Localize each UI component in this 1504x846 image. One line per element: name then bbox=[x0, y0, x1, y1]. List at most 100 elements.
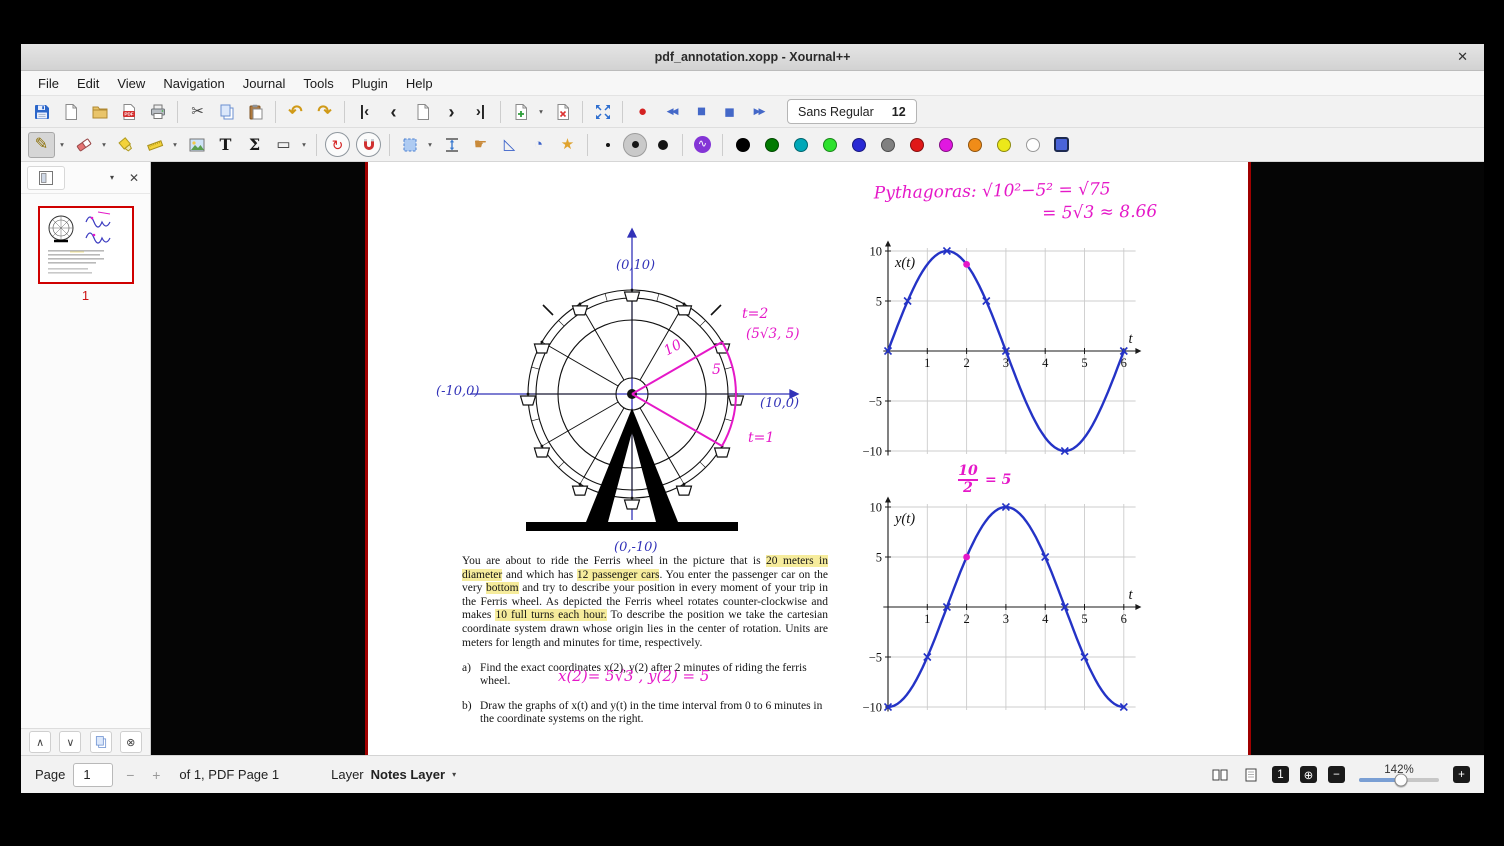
color-blue-button[interactable] bbox=[845, 132, 872, 158]
color-black-button[interactable] bbox=[729, 132, 756, 158]
dual-page-view-button[interactable] bbox=[1210, 765, 1230, 785]
paste-button[interactable] bbox=[242, 99, 269, 125]
select-region-dropdown[interactable]: ▾ bbox=[424, 132, 436, 158]
canvas[interactable]: (0,10) (-10,0) (10,0) (0,-10) t=2 (5√3, … bbox=[151, 162, 1484, 755]
page-number-input[interactable]: 1 bbox=[73, 762, 114, 787]
pen-dropdown[interactable]: ▾ bbox=[56, 132, 68, 158]
pen-button[interactable]: ✎ bbox=[28, 131, 55, 158]
cut-button[interactable]: ✂ bbox=[184, 99, 211, 125]
save-button[interactable] bbox=[28, 99, 55, 125]
draw-star-button[interactable]: ★ bbox=[554, 132, 581, 158]
line-width-fine-button[interactable] bbox=[594, 132, 621, 158]
page-increment-button[interactable]: + bbox=[147, 766, 165, 784]
zoom-slider[interactable] bbox=[1359, 773, 1439, 786]
color-white-button[interactable] bbox=[1019, 132, 1046, 158]
color-light-green-button[interactable] bbox=[816, 132, 843, 158]
scroll-page-up-button[interactable]: ∧ bbox=[29, 731, 52, 753]
stop-audio-button[interactable]: ◼ bbox=[716, 99, 743, 125]
zoom-slider-handle[interactable] bbox=[1394, 773, 1408, 786]
fullscreen-button[interactable] bbox=[589, 99, 616, 125]
color-magenta-button[interactable] bbox=[932, 132, 959, 158]
open-button[interactable] bbox=[86, 99, 113, 125]
stroke-ruler-dropdown[interactable]: ▾ bbox=[169, 132, 181, 158]
window-close-button[interactable]: ✕ bbox=[1457, 49, 1468, 65]
font-selector[interactable]: Sans Regular 12 bbox=[787, 99, 917, 124]
shape-recognizer-button[interactable]: ∿ bbox=[689, 132, 716, 158]
menu-item-help[interactable]: Help bbox=[397, 71, 442, 96]
color-orange-button[interactable] bbox=[961, 132, 988, 158]
zoom-in-button[interactable]: + bbox=[1453, 766, 1470, 783]
redo-button[interactable]: ↷ bbox=[311, 99, 338, 125]
color-red-button[interactable] bbox=[903, 132, 930, 158]
zoom-fit-button[interactable]: ⊕ bbox=[1300, 766, 1317, 783]
line-width-medium-button[interactable] bbox=[623, 132, 647, 157]
vertical-space-button[interactable] bbox=[438, 132, 465, 158]
menu-item-plugin[interactable]: Plugin bbox=[343, 71, 397, 96]
svg-text:−10: −10 bbox=[862, 701, 882, 715]
new-document-button[interactable] bbox=[57, 99, 84, 125]
compass-button[interactable]: ◔ bbox=[525, 132, 552, 158]
page-decrement-button[interactable]: − bbox=[121, 766, 139, 784]
select-region-button[interactable] bbox=[396, 132, 423, 158]
zoom-out-button[interactable]: − bbox=[1328, 766, 1345, 783]
first-page-button[interactable]: |‹ bbox=[351, 99, 378, 125]
color-chooser-button[interactable] bbox=[1048, 132, 1075, 158]
eraser-button[interactable] bbox=[70, 132, 97, 158]
setsquare-button[interactable]: ◺ bbox=[496, 132, 523, 158]
export-pdf-button[interactable]: PDF bbox=[115, 99, 142, 125]
print-button[interactable] bbox=[144, 99, 171, 125]
menu-item-view[interactable]: View bbox=[108, 71, 154, 96]
stroke-ruler-button[interactable] bbox=[141, 132, 168, 158]
scroll-page-down-button[interactable]: ∨ bbox=[59, 731, 82, 753]
pause-audio-button[interactable]: ▮▮ bbox=[687, 99, 714, 125]
layer-dropdown-icon[interactable]: ▾ bbox=[452, 770, 456, 779]
text-tool-button[interactable]: T bbox=[212, 132, 239, 158]
rewind-audio-button[interactable]: ◀◀ bbox=[658, 99, 685, 125]
line-width-thick-button[interactable] bbox=[649, 132, 676, 158]
previous-page-button[interactable]: ‹ bbox=[380, 99, 407, 125]
pdf-page[interactable]: (0,10) (-10,0) (10,0) (0,-10) t=2 (5√3, … bbox=[365, 162, 1251, 755]
record-audio-button[interactable]: ● bbox=[629, 99, 656, 125]
hand-tool-button[interactable]: ☛ bbox=[467, 132, 494, 158]
highlighter-button[interactable] bbox=[112, 132, 139, 158]
rotation-snapping-button[interactable]: ↻ bbox=[325, 132, 350, 157]
grid-snapping-button[interactable] bbox=[356, 132, 381, 157]
previous-annotated-page-button[interactable] bbox=[409, 99, 436, 125]
insert-image-button[interactable] bbox=[183, 132, 210, 158]
color-green-button[interactable] bbox=[758, 132, 785, 158]
new-page-after-dropdown[interactable]: ▾ bbox=[535, 99, 547, 125]
zoom-100-button[interactable]: 1 bbox=[1272, 766, 1289, 783]
preview-panel-dropdown[interactable]: ▾ bbox=[102, 166, 122, 190]
menu-item-navigation[interactable]: Navigation bbox=[154, 71, 233, 96]
menu-item-tools[interactable]: Tools bbox=[294, 71, 342, 96]
color-yellow-button[interactable] bbox=[990, 132, 1017, 158]
page-thumbnail[interactable] bbox=[37, 206, 134, 284]
first-page-icon: |‹ bbox=[359, 103, 370, 120]
draw-shape-button[interactable]: ▭ bbox=[270, 132, 297, 158]
layer-selector[interactable]: Notes Layer bbox=[371, 767, 445, 782]
color-gray-button[interactable] bbox=[874, 132, 901, 158]
menu-item-file[interactable]: File bbox=[29, 71, 68, 96]
new-page-after-icon bbox=[511, 102, 531, 122]
copy-page-button[interactable] bbox=[89, 731, 112, 753]
color-cyan-button[interactable] bbox=[787, 132, 814, 158]
content-area: ▾ ✕ 1 ∧ ∨ ⊗ (0,10) (-10,0) (10,0) (0,-10… bbox=[21, 162, 1484, 755]
new-page-after-button[interactable] bbox=[507, 99, 534, 125]
math-tex-button[interactable]: Σ bbox=[241, 132, 268, 158]
draw-shape-dropdown[interactable]: ▾ bbox=[298, 132, 310, 158]
forward-audio-button[interactable]: ▶▶ bbox=[745, 99, 772, 125]
presentation-mode-button[interactable] bbox=[1241, 765, 1261, 785]
eraser-dropdown[interactable]: ▾ bbox=[98, 132, 110, 158]
copy-button[interactable] bbox=[213, 99, 240, 125]
wheel-label-top: (0,10) bbox=[616, 258, 656, 273]
next-page-button[interactable]: › bbox=[438, 99, 465, 125]
close-preview-button[interactable]: ⊗ bbox=[119, 731, 142, 753]
preview-panel-button[interactable] bbox=[27, 165, 65, 190]
toolbar-separator bbox=[682, 133, 683, 156]
delete-page-button[interactable] bbox=[549, 99, 576, 125]
menu-item-journal[interactable]: Journal bbox=[234, 71, 295, 96]
menu-item-edit[interactable]: Edit bbox=[68, 71, 108, 96]
undo-button[interactable]: ↶ bbox=[282, 99, 309, 125]
preview-panel-close-button[interactable]: ✕ bbox=[124, 166, 144, 190]
last-page-button[interactable]: ›| bbox=[467, 99, 494, 125]
